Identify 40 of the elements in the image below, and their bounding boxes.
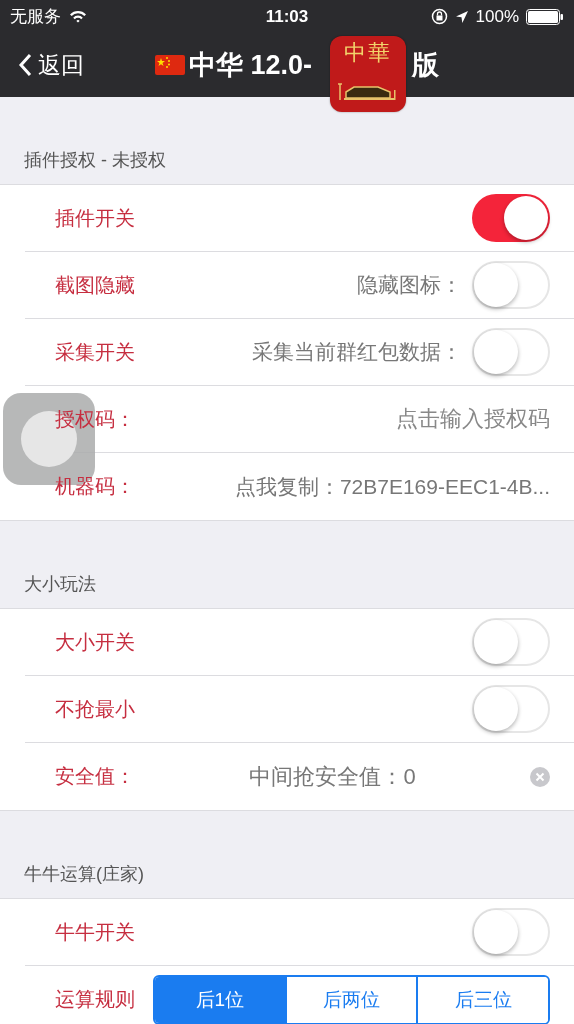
row-label: 安全值：: [55, 764, 135, 789]
clock-time: 11:03: [265, 6, 309, 27]
input-field[interactable]: 点击输入授权码: [145, 406, 550, 432]
copy-button[interactable]: 点我复制：72B7E169-EEC1-4B...: [234, 472, 550, 501]
title-text: 中华 12.0-: [189, 49, 313, 82]
chevron-left-icon: [18, 53, 32, 77]
battery-icon: [526, 8, 564, 25]
row-label: 截图隐藏: [55, 272, 135, 298]
row-label: 采集开关: [55, 339, 135, 365]
row-label: 授权码：: [55, 406, 135, 432]
section-header: 插件授权 - 未授权: [24, 149, 166, 172]
app-icon: 中華: [330, 36, 406, 112]
row-label: 插件开关: [55, 205, 135, 231]
row-label: 大小开关: [55, 629, 135, 655]
battery-percent: 100%: [475, 6, 519, 27]
section-header: 牛牛运算(庄家): [24, 863, 144, 886]
row-detail: 隐藏图标：: [357, 272, 462, 298]
toggle-switch[interactable]: [472, 194, 550, 242]
toggle-switch[interactable]: [472, 618, 550, 666]
row-label: 不抢最小: [55, 696, 135, 722]
input-field[interactable]: 中间抢安全值：0: [145, 763, 490, 790]
rotation-lock-icon: [430, 8, 448, 25]
section-header: 大小玩法: [24, 573, 96, 596]
row-label: 机器码：: [55, 474, 135, 499]
row-label: 运算规则: [55, 987, 135, 1012]
location-arrow-icon: [454, 9, 469, 24]
toggle-switch[interactable]: [472, 328, 550, 376]
wifi-icon: [69, 10, 87, 23]
toggle-switch[interactable]: [472, 685, 550, 733]
toggle-switch[interactable]: [472, 908, 550, 956]
segment-button[interactable]: 后1位: [155, 976, 285, 1023]
carrier-text: 无服务: [10, 6, 61, 28]
segment-button[interactable]: 后三位: [416, 976, 548, 1023]
back-button[interactable]: 返回: [14, 33, 88, 97]
flag-icon: [155, 55, 185, 75]
clear-icon[interactable]: [530, 766, 550, 787]
row-detail: 采集当前群红包数据：: [252, 339, 462, 365]
toggle-switch[interactable]: [472, 261, 550, 309]
title-text: 版: [412, 49, 440, 82]
row-label: 牛牛开关: [55, 919, 135, 945]
